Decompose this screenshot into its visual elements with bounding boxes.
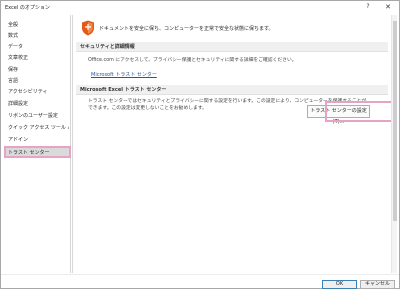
trust-center-link[interactable]: Microsoft トラスト センター [91,71,157,78]
help-button[interactable]: ? [363,3,373,12]
security-section-header: セキュリティと詳細情報 [76,42,388,52]
options-dialog: Excel のオプション ? ✕ 全般 数式 データ 文章校正 保存 言語 アク… [0,0,400,289]
scrollbar[interactable] [391,15,397,273]
intro-text: ドキュメントを安全に保ち、コンピューターを正常で安全な状態に保ちます。 [99,25,274,32]
shield-icon [82,20,94,36]
sidebar-item-language[interactable]: 言語 [5,76,69,86]
sidebar-item-proofing[interactable]: 文章校正 [5,53,69,63]
footer: OK キャンセル [1,274,399,289]
window-title: Excel のオプション [5,5,50,11]
security-description: Office.com にアクセスして、プライバシー保護とセキュリティに関する詳細… [88,58,297,63]
sidebar-item-quick-access-toolbar[interactable]: クイック アクセス ツール バー [5,123,69,133]
sidebar-item-addins[interactable]: アドイン [5,135,69,145]
scrollbar-thumb[interactable] [393,21,397,221]
sidebar-item-general[interactable]: 全般 [5,20,69,30]
main-panel: ドキュメントを安全に保ち、コンピューターを正常で安全な状態に保ちます。 セキュリ… [72,15,397,273]
trust-settings-highlight [325,101,395,122]
sidebar-item-customize-ribbon[interactable]: リボンのユーザー設定 [5,111,69,121]
trust-section-header: Microsoft Excel トラスト センター [76,85,388,95]
sidebar: 全般 数式 データ 文章校正 保存 言語 アクセシビリティ 詳細設定 リボンのユ… [5,15,71,273]
main-content: ドキュメントを安全に保ち、コンピューターを正常で安全な状態に保ちます。 セキュリ… [72,15,395,273]
sidebar-item-accessibility[interactable]: アクセシビリティ [5,87,69,97]
sidebar-item-data[interactable]: データ [5,42,69,52]
title-bar: Excel のオプション ? ✕ [1,1,399,15]
sidebar-item-save[interactable]: 保存 [5,65,69,75]
close-button[interactable]: ✕ [383,3,393,12]
sidebar-item-formulas[interactable]: 数式 [5,31,69,41]
intro-row: ドキュメントを安全に保ち、コンピューターを正常で安全な状態に保ちます。 [81,18,274,38]
trust-center-highlight [4,146,71,158]
cancel-button[interactable]: キャンセル [360,280,395,289]
ok-button[interactable]: OK [322,280,357,289]
sidebar-item-advanced[interactable]: 詳細設定 [5,99,69,109]
trust-description-line2: できます。この設定は変更しないことをお勧めします。 [88,106,207,111]
